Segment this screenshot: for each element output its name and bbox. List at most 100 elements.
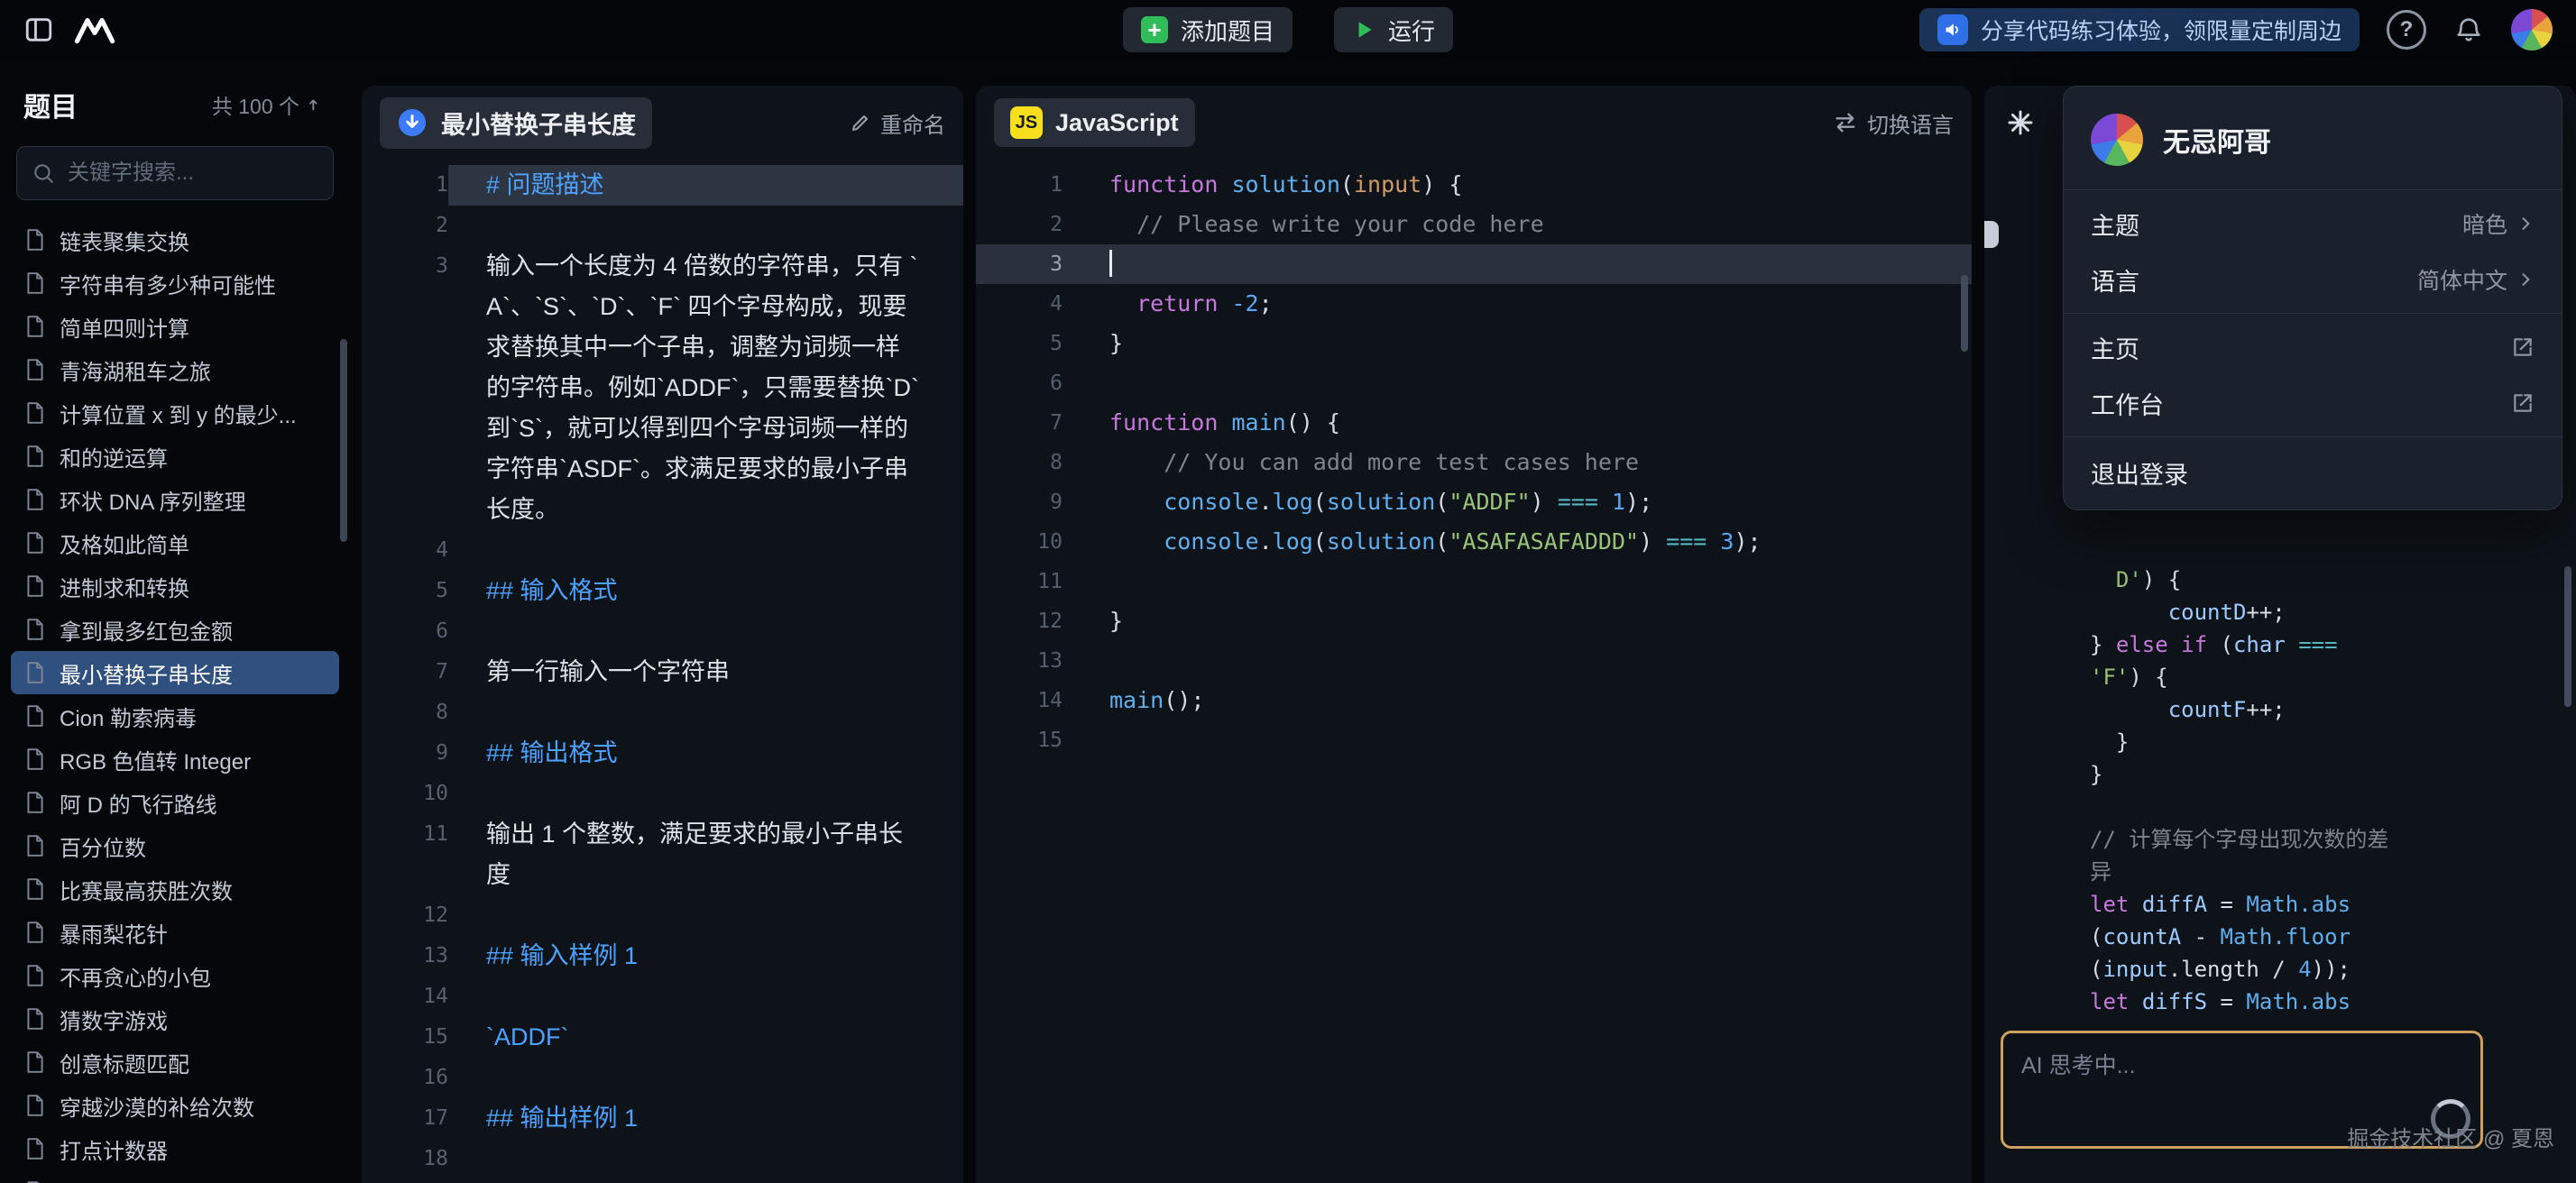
markdown-text: 输出 1 个整数，满足要求的最小子串长度 xyxy=(448,814,963,895)
plus-icon: + xyxy=(1141,16,1168,43)
problem-list-item[interactable]: 青海湖租车之旅 xyxy=(11,348,339,391)
problem-list-item[interactable]: RGB 色值转 Integer xyxy=(11,738,339,781)
document-icon xyxy=(23,618,47,641)
code-line[interactable]: 11 xyxy=(976,562,1972,601)
document-icon xyxy=(23,358,47,381)
scrollbar-thumb[interactable] xyxy=(340,339,347,542)
code-line[interactable]: 13 xyxy=(976,641,1972,681)
asterisk-icon[interactable] xyxy=(2006,108,2035,137)
code-line[interactable]: 5} xyxy=(976,324,1972,363)
markdown-text: 输入一个长度为 4 倍数的字符串，只有 `A`、`S`、`D`、`F` 四个字母… xyxy=(448,246,963,530)
problem-list-item[interactable]: 和的逆运算 xyxy=(11,435,339,478)
code-line[interactable]: 2 // Please write your code here xyxy=(976,205,1972,244)
code-line[interactable]: 10 console.log(solution("ASAFASAFADDD") … xyxy=(976,522,1972,562)
code-text xyxy=(1063,363,1972,403)
markdown-editor[interactable]: 1# 问题描述23输入一个长度为 4 倍数的字符串，只有 `A`、`S`、`D`… xyxy=(362,151,963,1179)
problem-list-item[interactable]: 百分位数 xyxy=(11,824,339,867)
home-label: 主页 xyxy=(2091,330,2139,365)
code-line[interactable]: 15 xyxy=(976,720,1972,760)
scrollbar-thumb[interactable] xyxy=(2564,566,2571,707)
sidebar-title: 题目 xyxy=(23,85,78,124)
language-value: 简体中文 xyxy=(2417,263,2507,296)
rename-button[interactable]: 重命名 xyxy=(850,107,945,139)
menu-item-workspace[interactable]: 工作台 xyxy=(2064,375,2562,431)
problem-count-label: 共 100 个 xyxy=(212,89,299,120)
assistant-code-line: } else if (char === xyxy=(2090,628,2536,661)
problem-list-item[interactable]: 简单四则计算 xyxy=(11,305,339,348)
code-line[interactable]: 1function solution(input) { xyxy=(976,165,1972,205)
code-editor-panel: JS JavaScript 切换语言 1function solution(in… xyxy=(976,86,1972,1183)
problem-list-item[interactable]: 穿越沙漠的补给次数 xyxy=(11,1084,339,1127)
menu-item-logout[interactable]: 退出登录 xyxy=(2064,443,2562,502)
menu-item-home[interactable]: 主页 xyxy=(2064,319,2562,375)
menu-item-theme[interactable]: 主题 暗色 xyxy=(2064,196,2562,252)
problem-list-item[interactable]: 及格如此简单 xyxy=(11,521,339,564)
code-line[interactable]: 14main(); xyxy=(976,681,1972,720)
problem-list-item[interactable]: 环状 DNA 序列整理 xyxy=(11,478,339,521)
problem-list-item[interactable]: 进制求和转换 xyxy=(11,564,339,608)
code-line[interactable]: 3 xyxy=(976,244,1972,284)
problem-list-item[interactable]: 创意标题匹配 xyxy=(11,1041,339,1084)
help-icon[interactable]: ? xyxy=(2387,10,2426,50)
run-button[interactable]: 运行 xyxy=(1334,7,1453,52)
problem-title: 拿到最多红包金额 xyxy=(60,614,233,646)
problem-title: 青海湖租车之旅 xyxy=(60,354,211,386)
problem-list-item[interactable]: 字符串有多少种可能性 xyxy=(11,261,339,305)
menu-item-language[interactable]: 语言 简体中文 xyxy=(2064,252,2562,307)
problem-title: 链表聚集交换 xyxy=(60,225,189,256)
problem-list-item[interactable]: Cion 勒索病毒 xyxy=(11,694,339,738)
app-logo-icon[interactable] xyxy=(74,14,115,45)
switch-language-button[interactable]: 切换语言 xyxy=(1833,107,1954,139)
code-line[interactable]: 12} xyxy=(976,601,1972,641)
language-pill[interactable]: JS JavaScript xyxy=(994,98,1195,147)
code-line[interactable]: 7function main() { xyxy=(976,403,1972,443)
speaker-icon xyxy=(1937,14,1968,45)
search-input[interactable] xyxy=(66,160,349,187)
problem-title: 和的逆运算 xyxy=(60,441,168,472)
user-avatar[interactable] xyxy=(2511,9,2553,50)
sort-icon[interactable] xyxy=(307,95,327,115)
problem-title-pill[interactable]: 最小替换子串长度 xyxy=(380,97,652,149)
circle-arrow-down-icon[interactable] xyxy=(396,106,428,139)
problem-list-item[interactable]: 打点计数器 xyxy=(11,1127,339,1170)
problem-list-item[interactable]: 计算位置 x 到 y 的最少... xyxy=(11,391,339,435)
scrollbar-thumb[interactable] xyxy=(1961,275,1968,352)
problem-title: 暴雨梨花针 xyxy=(60,917,168,949)
problem-list-item[interactable]: 猜数字游戏 xyxy=(11,997,339,1041)
promo-banner[interactable]: 分享代码练习体验，领限量定制周边 xyxy=(1919,8,2360,51)
code-editor[interactable]: 1function solution(input) {2 // Please w… xyxy=(976,151,1972,760)
bell-icon[interactable] xyxy=(2453,14,2484,45)
document-icon xyxy=(23,1094,47,1117)
problem-list-item[interactable]: 不再贪心的小包 xyxy=(11,954,339,997)
line-number: 18 xyxy=(362,1139,448,1179)
problem-list-item[interactable]: 最小替换子串长度 xyxy=(11,651,339,694)
search-box[interactable] xyxy=(16,146,334,200)
markdown-text xyxy=(448,692,963,733)
code-line[interactable]: 4 return -2; xyxy=(976,284,1972,324)
line-number: 17 xyxy=(362,1098,448,1139)
document-icon xyxy=(23,1050,47,1074)
problem-title: 计算位置 x 到 y 的最少... xyxy=(60,398,297,429)
user-menu: 无忌阿哥 主题 暗色 语言 简体中文 主页 工作台 退出登 xyxy=(2063,86,2562,510)
divider xyxy=(2064,436,2562,437)
problem-list-item[interactable]: 比赛最高获胜次数 xyxy=(11,867,339,911)
line-number: 11 xyxy=(976,562,1063,601)
markdown-text xyxy=(448,895,963,936)
code-text: console.log(solution("ADDF") === 1); xyxy=(1063,482,1972,522)
problem-title: 不再贪心的小包 xyxy=(60,960,211,992)
problem-list-item[interactable]: 拿到最多红包金额 xyxy=(11,608,339,651)
panel-toggle-icon[interactable] xyxy=(23,14,54,45)
problem-list-item[interactable]: 链表聚集交换 xyxy=(11,218,339,261)
problem-title: 创意标题匹配 xyxy=(60,1047,189,1078)
code-line[interactable]: 6 xyxy=(976,363,1972,403)
code-line[interactable]: 9 console.log(solution("ADDF") === 1); xyxy=(976,482,1972,522)
problem-list-item[interactable]: 阿 D 的飞行路线 xyxy=(11,781,339,824)
code-line[interactable]: 8 // You can add more test cases here xyxy=(976,443,1972,482)
assistant-code-line: countD++; xyxy=(2090,596,2536,628)
add-problem-button[interactable]: + 添加题目 xyxy=(1123,7,1293,52)
panel-drag-handle[interactable] xyxy=(1984,221,1999,248)
markdown-text: ## 输出格式 xyxy=(448,733,963,774)
problem-list-item[interactable]: 暴雨梨花针 xyxy=(11,911,339,954)
markdown-line: 16 xyxy=(362,1058,963,1098)
problem-list-item[interactable]: 蛋糕工厂 xyxy=(11,1170,339,1183)
